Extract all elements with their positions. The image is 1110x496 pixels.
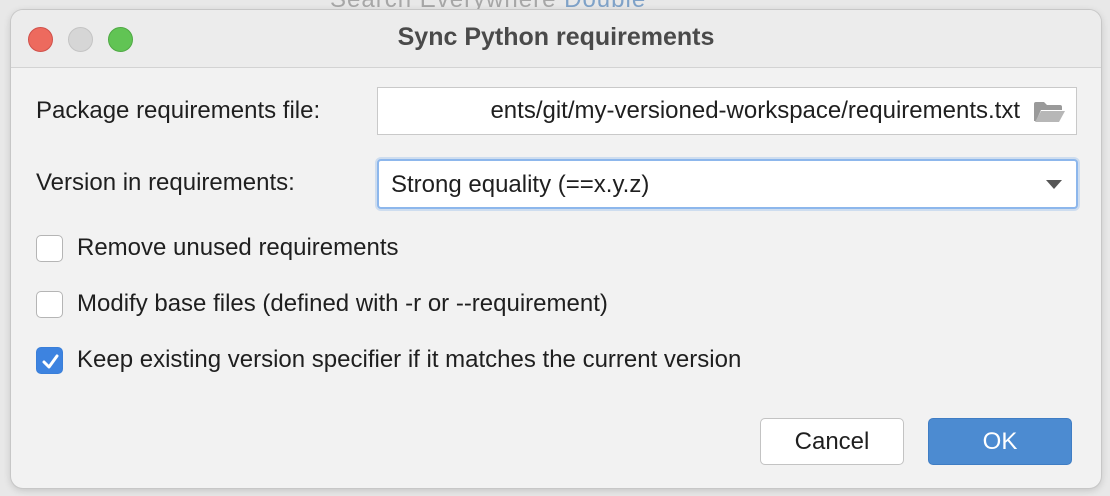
package-file-field[interactable]: ents/git/my-versioned-workspace/requirem… xyxy=(377,87,1077,135)
title-bar: Sync Python requirements xyxy=(11,10,1101,68)
cancel-button[interactable]: Cancel xyxy=(760,418,904,465)
version-dropdown[interactable]: Strong equality (==x.y.z) xyxy=(377,159,1078,209)
remove-unused-checkbox[interactable] xyxy=(36,235,63,262)
ok-button[interactable]: OK xyxy=(928,418,1072,465)
folder-open-icon[interactable] xyxy=(1032,100,1066,124)
version-selected-value: Strong equality (==x.y.z) xyxy=(391,171,650,198)
checkmark-icon xyxy=(42,354,59,369)
modify-base-files-label[interactable]: Modify base files (defined with -r or --… xyxy=(77,290,608,318)
chevron-down-icon[interactable] xyxy=(1046,180,1062,189)
version-label: Version in requirements: xyxy=(36,169,295,196)
dialog-title: Sync Python requirements xyxy=(397,23,715,51)
package-file-label: Package requirements file: xyxy=(36,97,321,124)
package-file-path[interactable]: ents/git/my-versioned-workspace/requirem… xyxy=(490,97,1020,125)
sync-requirements-dialog: Sync Python requirements Package require… xyxy=(11,10,1101,488)
keep-version-specifier-label[interactable]: Keep existing version specifier if it ma… xyxy=(77,346,741,374)
remove-unused-label[interactable]: Remove unused requirements xyxy=(77,234,399,262)
modify-base-files-checkbox[interactable] xyxy=(36,291,63,318)
keep-version-specifier-checkbox[interactable] xyxy=(36,347,63,374)
